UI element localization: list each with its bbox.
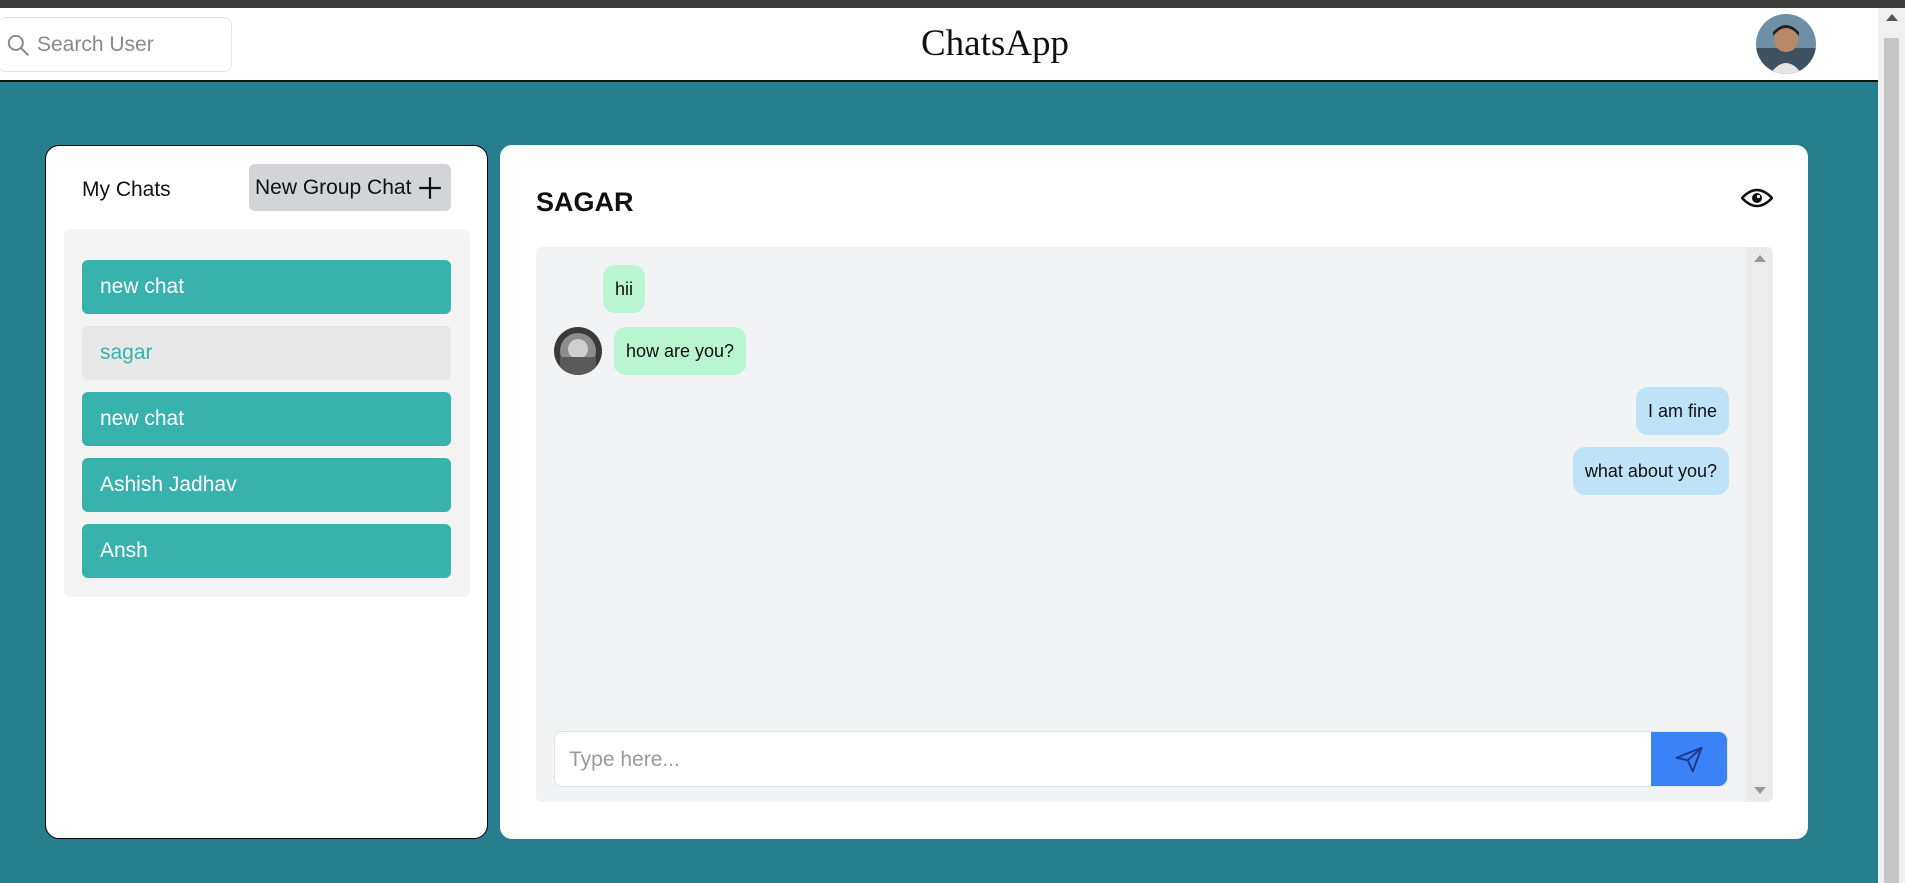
chat-list-item-name: new chat [100,275,185,298]
chat-list-item-name: sagar [100,341,153,364]
my-chats-heading: My Chats [82,178,171,201]
sender-avatar-image [554,327,602,375]
scrollbar-thumb[interactable] [1884,38,1899,883]
scroll-up-arrow-icon[interactable] [1886,14,1898,21]
message-bubble-incoming: how are you? [614,327,747,375]
app-header: ChatsApp [0,8,1878,82]
page-scrollbar[interactable] [1878,8,1905,883]
message-bubble-outgoing: I am fine [1635,387,1729,435]
eye-icon [1741,188,1773,208]
messages-scrollbar[interactable] [1746,247,1773,802]
plus-icon [419,176,442,199]
chat-list-item[interactable]: Ansh [82,524,451,578]
sender-avatar[interactable] [554,327,602,375]
message-input[interactable] [567,732,1651,786]
chat-panel: SAGAR hii how are you? I am fine what ab… [500,145,1808,839]
send-button[interactable] [1651,732,1727,786]
send-icon [1675,746,1703,773]
message-bubble-incoming: hii [603,265,646,313]
scroll-up-arrow-icon[interactable] [1754,255,1766,262]
message-bubble-outgoing: what about you? [1572,447,1729,495]
chat-list-item[interactable]: new chat [82,392,451,446]
chat-list-item[interactable]: Ashish Jadhav [82,458,451,512]
chat-list-item-name: Ashish Jadhav [100,473,237,496]
new-group-chat-button[interactable]: New Group Chat [249,164,451,211]
chat-list-item[interactable]: new chat [82,260,451,314]
chat-list-item-name: Ansh [100,539,148,562]
messages-area: hii how are you? I am fine what about yo… [536,247,1773,802]
new-group-chat-label: New Group Chat [255,175,412,199]
view-profile-button[interactable] [1740,185,1774,211]
window-top-strip [0,0,1905,8]
my-chats-panel: My Chats New Group Chat new chat sagar n… [45,145,488,839]
app-title: ChatsApp [921,23,1069,64]
chat-list-item-name: new chat [100,407,185,430]
chat-list: new chat sagar new chat Ashish Jadhav An… [64,229,470,597]
chat-list-item-selected[interactable]: sagar [82,326,451,380]
user-avatar[interactable] [1756,14,1816,74]
message-composer [554,731,1728,787]
user-avatar-image [1756,14,1816,74]
scroll-down-arrow-icon[interactable] [1754,787,1766,794]
chat-title: SAGAR [536,187,634,217]
